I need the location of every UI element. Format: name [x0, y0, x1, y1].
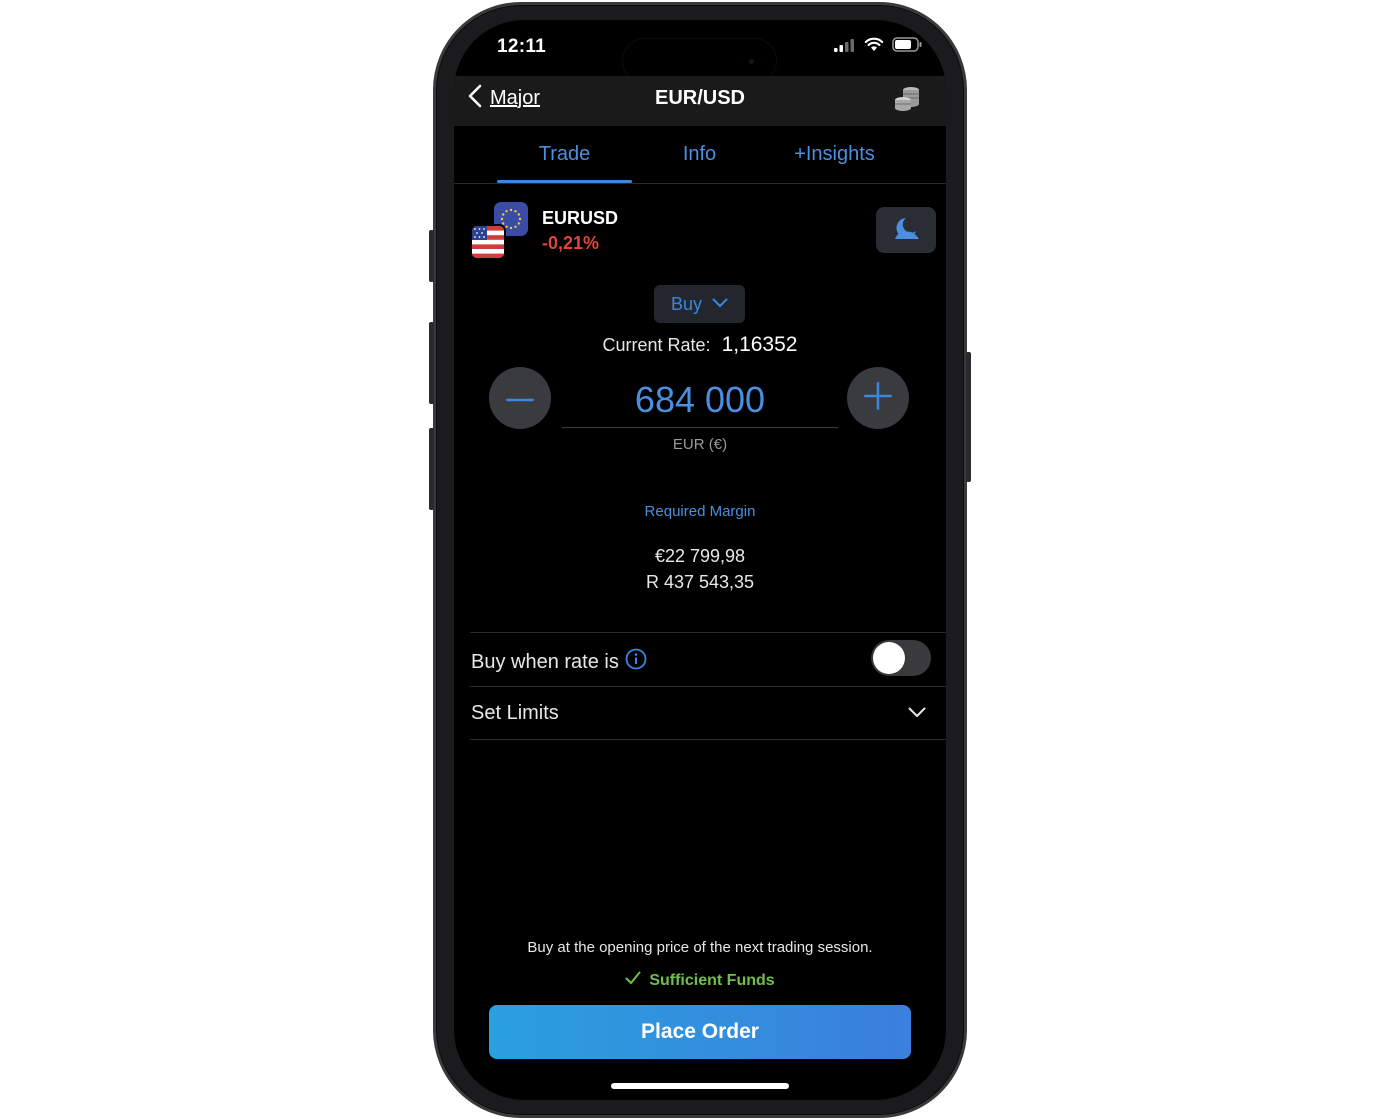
- home-indicator[interactable]: [611, 1083, 789, 1089]
- battery-icon: [892, 37, 922, 57]
- funds-status: Sufficient Funds: [454, 971, 946, 990]
- wifi-icon: [864, 37, 884, 57]
- checkmark-icon: [625, 971, 641, 990]
- instrument-header: EURUSD -0,21%: [470, 200, 940, 270]
- set-limits-row[interactable]: Set Limits: [470, 686, 946, 740]
- session-info-text: Buy at the opening price of the next tra…: [527, 939, 873, 956]
- chevron-down-icon: [908, 705, 926, 723]
- volume-up-button: [429, 322, 434, 404]
- action-button: [429, 230, 434, 282]
- current-rate-label: Current Rate:: [602, 335, 711, 355]
- margin-eur: €22 799,98: [654, 546, 746, 566]
- amount-input[interactable]: [562, 372, 838, 428]
- increase-amount-button[interactable]: [847, 367, 909, 429]
- set-limits-label: Set Limits: [471, 702, 559, 724]
- direction-label: Buy: [670, 293, 703, 314]
- plus-icon: [864, 381, 892, 415]
- current-rate: Current Rate: 1,16352: [454, 333, 946, 357]
- signal-icon: [834, 38, 856, 57]
- app-screen: 12:11 Major EUR/USD Trade Info +Insights…: [454, 20, 946, 1100]
- page-title: EUR/USD: [654, 87, 745, 109]
- place-order-button[interactable]: Place Order: [489, 1005, 911, 1059]
- amount-currency: EUR (€): [672, 436, 728, 453]
- tab-trade[interactable]: Trade: [497, 143, 632, 166]
- coins-icon[interactable]: [892, 84, 922, 119]
- active-tab-indicator: [497, 180, 632, 183]
- instrument-symbol: EURUSD: [542, 208, 619, 228]
- margin-zar: R 437 543,35: [645, 572, 755, 592]
- tab-insights[interactable]: +Insights: [767, 143, 902, 166]
- power-button: [966, 352, 971, 482]
- market-closed-button[interactable]: [876, 207, 936, 253]
- minus-icon: [506, 389, 534, 407]
- tab-bar: Trade Info +Insights: [454, 126, 946, 184]
- required-margin-link[interactable]: Required Margin: [454, 503, 946, 520]
- decrease-amount-button[interactable]: [489, 367, 551, 429]
- chevron-down-icon: [712, 295, 728, 313]
- buy-when-rate-row: Buy when rate is: [470, 632, 946, 686]
- buy-when-rate-label-wrap: Buy when rate is: [471, 648, 647, 676]
- current-rate-value: 1,16352: [721, 333, 798, 356]
- us-flag-icon: [470, 224, 506, 260]
- volume-down-button: [429, 428, 434, 510]
- direction-select[interactable]: Buy: [654, 285, 745, 323]
- status-time: 12:11: [497, 36, 547, 57]
- funds-status-label: Sufficient Funds: [649, 971, 775, 989]
- buy-when-rate-label: Buy when rate is: [471, 650, 619, 673]
- moon-icon: [891, 215, 921, 246]
- navigation-bar: Major EUR/USD: [454, 76, 946, 126]
- tab-info[interactable]: Info: [632, 143, 767, 166]
- instrument-change: -0,21%: [542, 233, 600, 253]
- status-icons: [834, 37, 922, 57]
- toggle-knob: [873, 642, 905, 674]
- info-icon[interactable]: [625, 648, 647, 676]
- buy-when-rate-toggle[interactable]: [871, 640, 931, 676]
